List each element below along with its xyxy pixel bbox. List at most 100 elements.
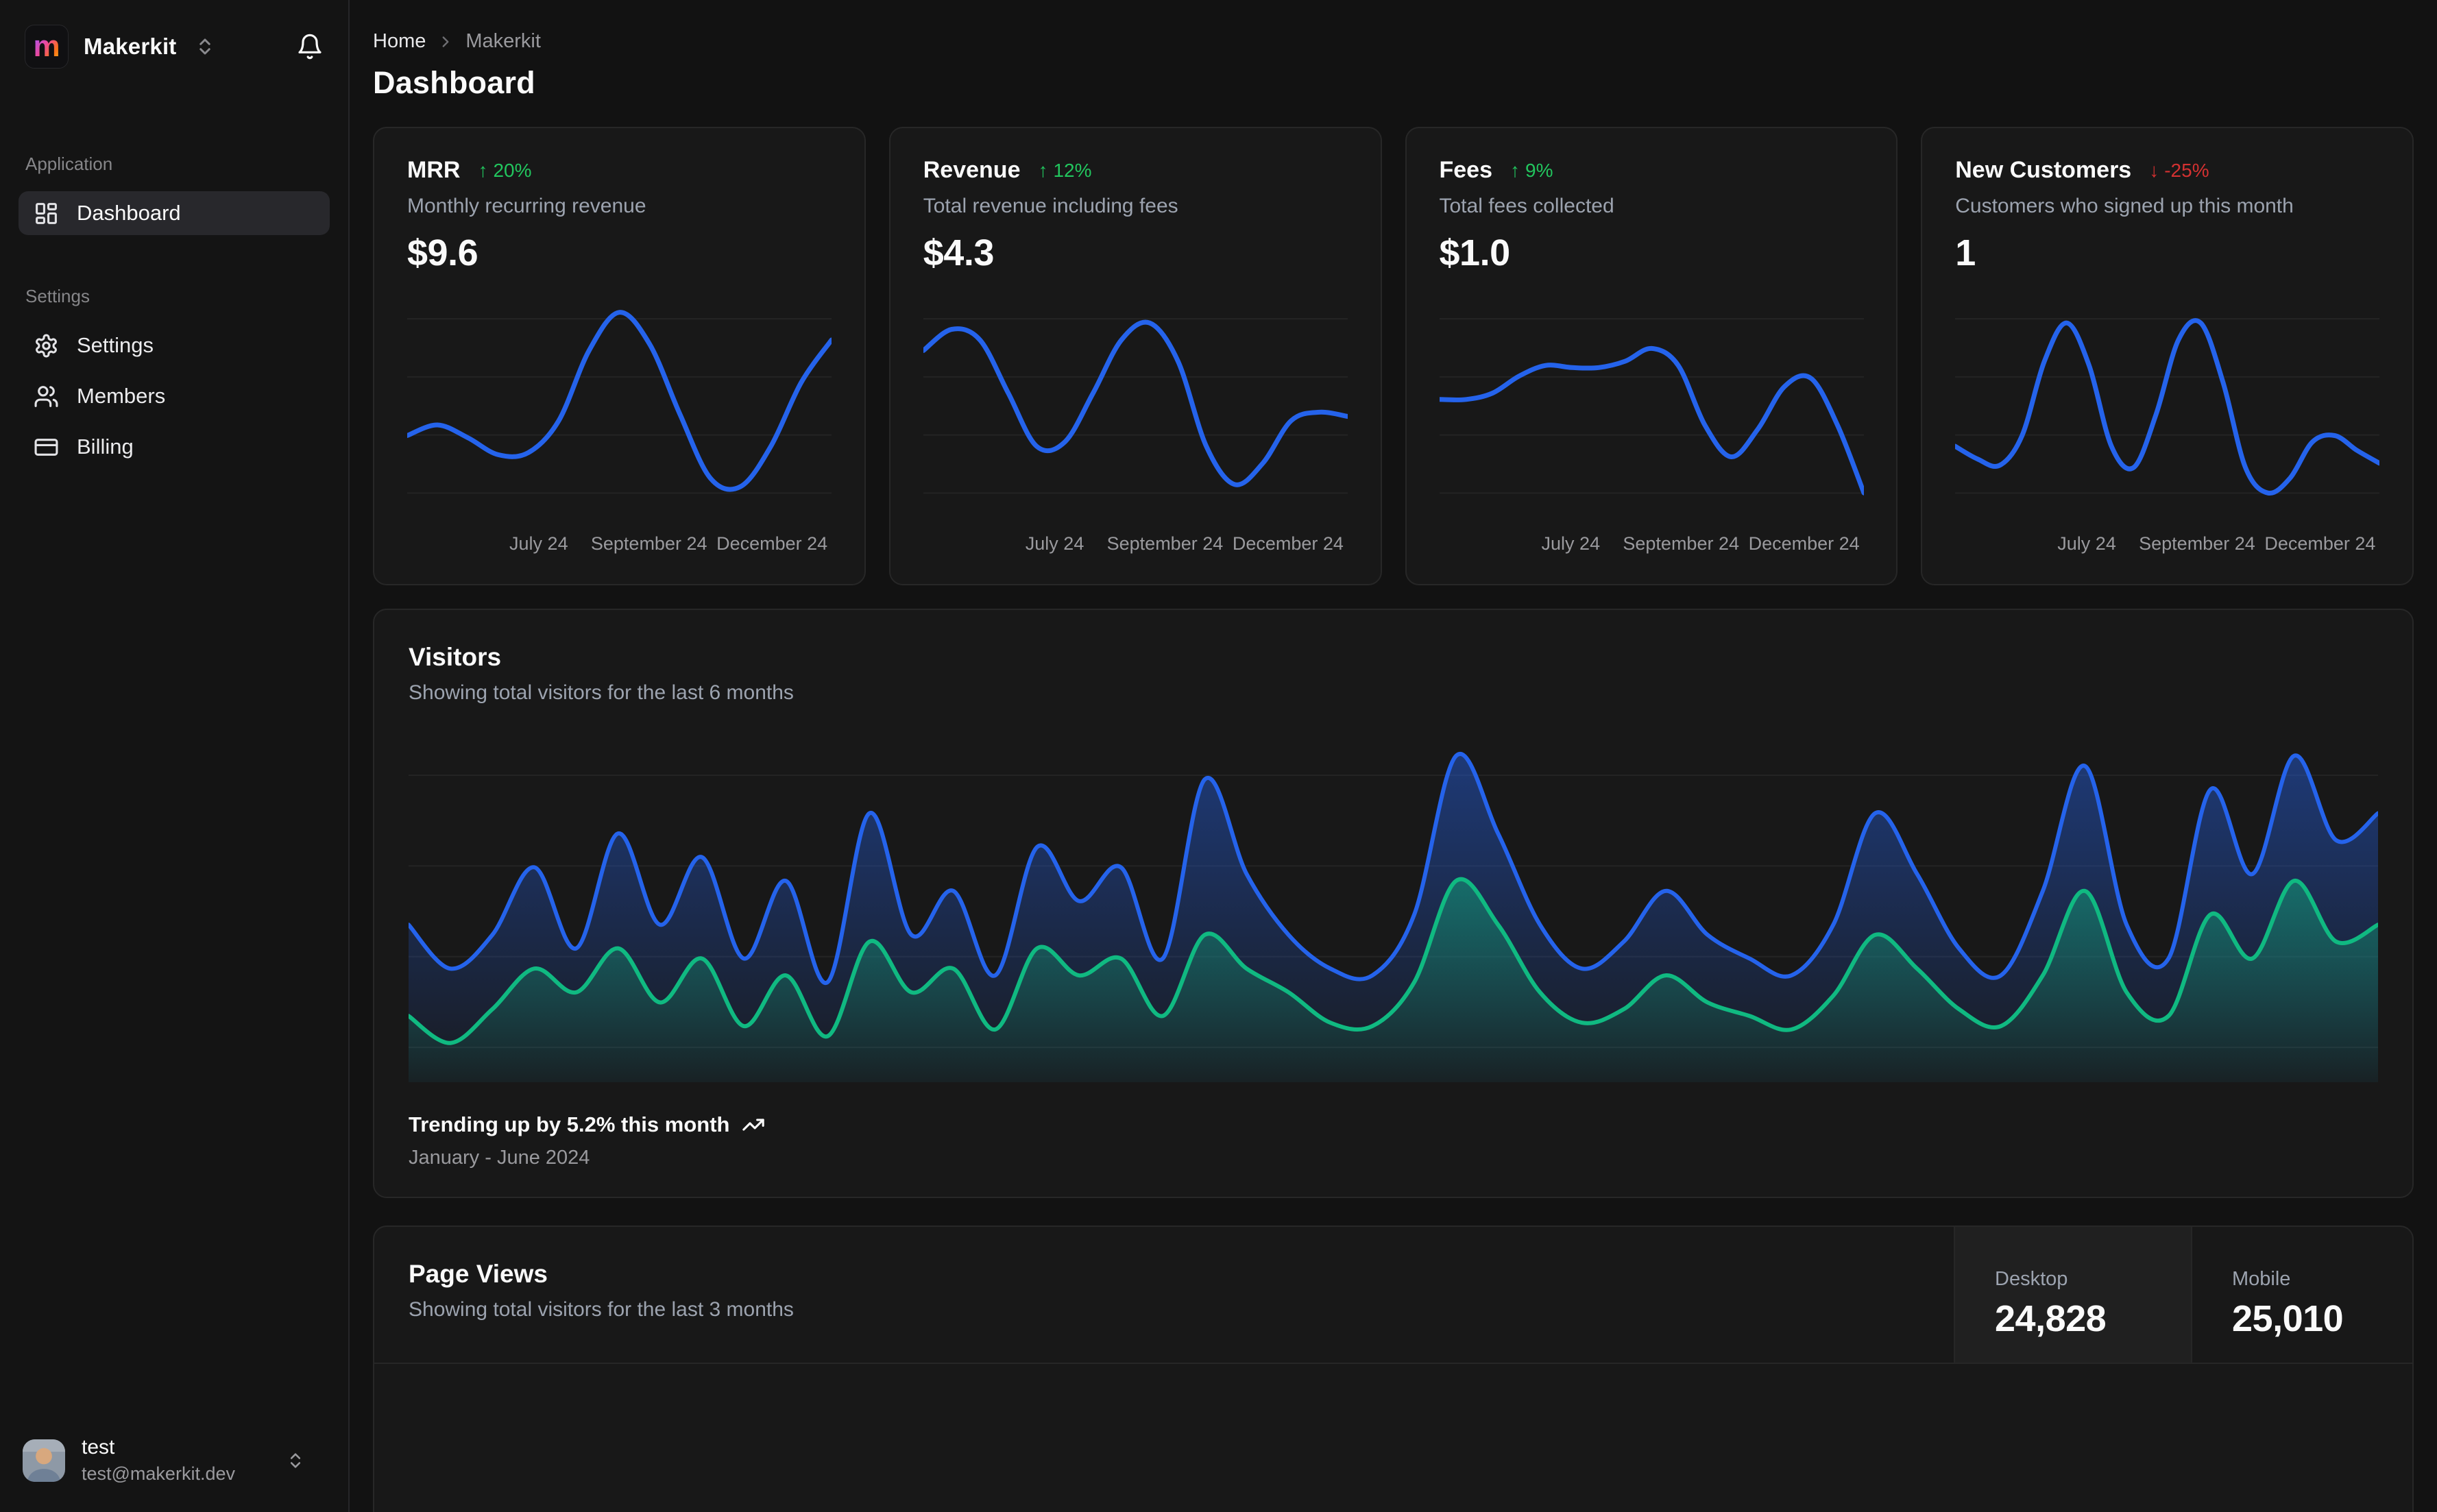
device-toggle: Desktop 24,828 Mobile 25,010 <box>1954 1227 2412 1363</box>
x-axis: July 24 September 24 December 24 <box>923 525 1348 563</box>
bell-icon <box>296 33 324 60</box>
stat-change-value: 12% <box>1053 159 1092 181</box>
desktop-label: Desktop <box>1995 1268 2068 1290</box>
brand-name: Makerkit <box>84 34 177 59</box>
axis-label: July 24 <box>2057 533 2116 554</box>
stat-card-mrr: MRR ↑ 20% Monthly recurring revenue $9.6… <box>373 127 866 585</box>
fees-sparkline-chart <box>1439 292 1864 515</box>
stat-change-badge: ↑ 20% <box>478 160 531 182</box>
avatar <box>23 1439 65 1482</box>
axis-label: December 24 <box>716 533 828 554</box>
dashboard-icon <box>34 201 59 226</box>
axis-label: July 24 <box>1541 533 1601 554</box>
axis-label: July 24 <box>509 533 568 554</box>
visitors-card: Visitors Showing total visitors for the … <box>373 609 2414 1198</box>
stat-description: Total revenue including fees <box>923 195 1178 217</box>
visitors-subtitle: Showing total visitors for the last 6 mo… <box>409 681 794 704</box>
stat-title: Revenue <box>923 157 1021 183</box>
stat-title: Fees <box>1439 157 1493 183</box>
gear-icon <box>34 333 59 358</box>
toggle-desktop[interactable]: Desktop 24,828 <box>1954 1227 2191 1363</box>
stat-description: Monthly recurring revenue <box>407 195 646 217</box>
axis-label: July 24 <box>1025 533 1084 554</box>
stat-card-fees: Fees ↑ 9% Total fees collected $1.0 July… <box>1405 127 1898 585</box>
arrow-down-icon: ↓ <box>2149 159 2159 181</box>
axis-label: December 24 <box>1748 533 1860 554</box>
page-views-card: Page Views Showing total visitors for th… <box>373 1226 2414 1512</box>
axis-label: September 24 <box>590 533 707 554</box>
stat-value: $9.6 <box>407 232 478 273</box>
sidebar-item-members[interactable]: Members <box>19 374 330 418</box>
app-window: m Makerkit Application Dashboard Setting… <box>0 0 2437 1512</box>
workspace-selector[interactable]: m Makerkit <box>19 21 330 73</box>
user-name: test <box>82 1436 115 1459</box>
breadcrumb-home-link[interactable]: Home <box>373 30 426 53</box>
user-menu[interactable]: test test@makerkit.dev <box>19 1429 330 1491</box>
stat-change-badge: ↓ -25% <box>2149 160 2209 182</box>
makerkit-logo: m <box>25 25 69 69</box>
x-axis: July 24 September 24 December 24 <box>1955 525 2379 563</box>
stat-card-new-customers: New Customers ↓ -25% Customers who signe… <box>1921 127 2414 585</box>
nav-section-label-settings: Settings <box>25 286 90 306</box>
stat-value: $1.0 <box>1439 232 1511 273</box>
revenue-sparkline-chart <box>923 292 1348 515</box>
logo-letter: m <box>33 29 60 63</box>
stat-cards-row: MRR ↑ 20% Monthly recurring revenue $9.6… <box>373 127 2414 585</box>
page-views-header: Page Views Showing total visitors for th… <box>374 1227 2412 1364</box>
trending-up-icon <box>742 1113 765 1136</box>
arrow-up-icon: ↑ <box>1510 159 1520 181</box>
sidebar-item-label: Billing <box>77 435 134 459</box>
sidebar: m Makerkit Application Dashboard Setting… <box>0 0 350 1512</box>
sidebar-item-label: Settings <box>77 333 154 357</box>
arrow-up-icon: ↑ <box>478 159 488 181</box>
chevrons-up-down-icon <box>195 36 215 57</box>
axis-label: September 24 <box>1106 533 1224 554</box>
toggle-mobile[interactable]: Mobile 25,010 <box>2191 1227 2412 1363</box>
sidebar-item-settings[interactable]: Settings <box>19 324 330 367</box>
sidebar-item-billing[interactable]: Billing <box>19 425 330 469</box>
x-axis: July 24 September 24 December 24 <box>1440 525 1864 563</box>
credit-card-icon <box>34 435 59 460</box>
sidebar-item-label: Members <box>77 384 166 408</box>
breadcrumb-current: Makerkit <box>465 30 541 52</box>
stat-change-badge: ↑ 9% <box>1510 160 1553 182</box>
chevrons-up-down-icon <box>286 1451 305 1470</box>
page-views-subtitle: Showing total visitors for the last 3 mo… <box>409 1298 794 1321</box>
visitors-title: Visitors <box>409 643 502 671</box>
sidebar-item-dashboard[interactable]: Dashboard <box>19 191 330 235</box>
mobile-label: Mobile <box>2232 1268 2291 1290</box>
axis-label: September 24 <box>1623 533 1739 554</box>
mrr-sparkline-chart <box>407 292 832 515</box>
trending-text: Trending up by 5.2% this month <box>409 1112 730 1136</box>
stat-description: Total fees collected <box>1439 195 1614 217</box>
nav-section-label-application: Application <box>25 154 113 174</box>
stat-change-value: 9% <box>1525 159 1553 181</box>
axis-label: December 24 <box>2264 533 2376 554</box>
user-email: test@makerkit.dev <box>82 1463 235 1484</box>
breadcrumb: Home Makerkit <box>373 30 2414 53</box>
arrow-up-icon: ↑ <box>1038 159 1048 181</box>
chevron-right-icon <box>437 33 454 51</box>
desktop-value: 24,828 <box>1995 1298 2107 1339</box>
stat-change-badge: ↑ 12% <box>1038 160 1091 182</box>
axis-label: December 24 <box>1232 533 1344 554</box>
users-icon <box>34 384 59 409</box>
notifications-button[interactable] <box>296 33 324 60</box>
sidebar-item-label: Dashboard <box>77 201 181 225</box>
date-range: January - June 2024 <box>409 1147 590 1169</box>
axis-label: September 24 <box>2139 533 2255 554</box>
x-axis: July 24 September 24 December 24 <box>407 525 832 563</box>
stat-value: 1 <box>1955 232 1976 273</box>
stat-title: MRR <box>407 157 461 183</box>
stat-description: Customers who signed up this month <box>1955 195 2294 217</box>
page-title: Dashboard <box>373 65 535 100</box>
stat-value: $4.3 <box>923 232 995 273</box>
stat-change-value: -25% <box>2164 159 2209 181</box>
user-texts: test test@makerkit.dev <box>82 1436 235 1485</box>
visitors-area-chart <box>409 733 2378 1082</box>
stat-card-revenue: Revenue ↑ 12% Total revenue including fe… <box>888 127 1382 585</box>
stat-change-value: 20% <box>493 159 532 181</box>
new-customers-sparkline-chart <box>1955 292 2380 515</box>
stat-title: New Customers <box>1955 157 2132 183</box>
